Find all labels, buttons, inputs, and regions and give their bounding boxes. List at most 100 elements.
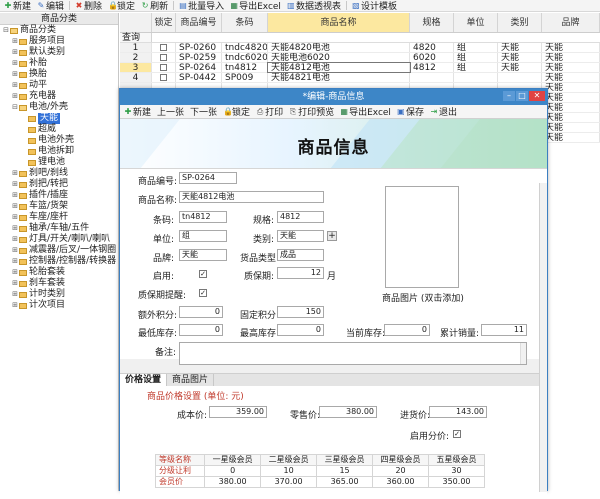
name-field[interactable]: 天能4812电池 <box>179 191 324 203</box>
expand-icon[interactable]: ⊞ <box>11 190 19 201</box>
expand-icon[interactable]: ⊞ <box>11 212 19 223</box>
tree-node[interactable]: ⊞ 减震器/后叉/一体钢圈 <box>0 245 118 256</box>
expand-icon[interactable]: ⊞ <box>11 47 19 58</box>
tree-node[interactable]: 锂电池 <box>0 157 118 168</box>
maximize-button[interactable]: □ <box>516 91 528 101</box>
brand-field[interactable]: 天能 <box>179 249 227 261</box>
tree-node[interactable]: 电池拆卸 <box>0 146 118 157</box>
tier-price-checkbox[interactable]: ✓ <box>453 430 461 438</box>
cell-barcode[interactable]: tndc6020 <box>222 53 268 62</box>
barcode-field[interactable]: tn4812 <box>179 211 227 223</box>
tab-price-settings[interactable]: 价格设置 <box>120 374 168 386</box>
retail-field[interactable]: 380.00 <box>319 406 377 418</box>
purchase-field[interactable]: 143.00 <box>429 406 487 418</box>
col-header-lock[interactable]: 锁定 <box>152 13 176 32</box>
cell-spec[interactable]: 4820 <box>410 43 454 52</box>
tree-node[interactable]: ⊞ 换胎 <box>0 69 118 80</box>
price-cell[interactable]: 0 <box>204 465 262 477</box>
unit-field[interactable]: 组 <box>179 230 227 242</box>
enabled-checkbox[interactable]: ✓ <box>199 270 207 278</box>
tree-node[interactable]: ⊞ 计时类别 <box>0 289 118 300</box>
price-cell[interactable]: 20 <box>372 465 430 477</box>
dialog-prev-button[interactable]: 上一张 <box>155 106 186 118</box>
close-button[interactable]: ✕ <box>529 91 545 101</box>
price-cell[interactable]: 365.00 <box>316 476 374 488</box>
cell-spec[interactable] <box>410 73 454 82</box>
category-field[interactable]: 天能 <box>277 230 324 242</box>
cell-name[interactable]: 天能4820电池 <box>268 43 410 52</box>
cell-brand[interactable]: 天能 <box>542 63 600 72</box>
table-row[interactable]: 4 SP-0442 SP009 天能4821电池 天能 <box>120 73 600 83</box>
template-button[interactable]: ▧ 设计模板 <box>350 0 399 12</box>
note-scrollbar[interactable] <box>520 343 526 364</box>
current-stock-field[interactable]: 0 <box>384 324 430 336</box>
cell-cat[interactable]: 天能 <box>498 53 542 62</box>
excel-button[interactable]: ▦ 导出Excel <box>228 0 283 12</box>
expand-icon[interactable]: ⊞ <box>11 58 19 69</box>
lock-checkbox[interactable] <box>160 64 167 71</box>
expand-icon[interactable]: ⊞ <box>11 91 19 102</box>
cell-brand[interactable]: 天能 <box>542 123 600 132</box>
expand-icon[interactable]: ⊞ <box>11 179 19 190</box>
lock-checkbox[interactable] <box>160 54 167 61</box>
expand-icon[interactable]: ⊞ <box>11 168 19 179</box>
price-cell[interactable]: 360.00 <box>372 476 430 488</box>
dialog-add-button[interactable]: ✚ 新建 <box>122 106 153 118</box>
extra-points-field[interactable]: 0 <box>179 306 223 318</box>
cell-brand[interactable]: 天能 <box>542 133 600 142</box>
expand-icon[interactable]: ⊞ <box>11 267 19 278</box>
product-image-box[interactable] <box>385 186 459 288</box>
dialog-excel-button[interactable]: ▦ 导出Excel <box>338 106 393 118</box>
col-header-code[interactable]: 商品编号 <box>176 13 222 32</box>
expand-icon[interactable]: ⊞ <box>11 289 19 300</box>
cell-spec[interactable]: 4812 <box>410 63 454 72</box>
spec-field[interactable]: 4812 <box>277 211 324 223</box>
cell-unit[interactable] <box>454 73 498 82</box>
cell-brand[interactable]: 天能 <box>542 83 600 92</box>
min-stock-field[interactable]: 0 <box>179 324 223 336</box>
dialog-titlebar[interactable]: *编辑-商品信息 – □ ✕ <box>120 89 547 105</box>
tree-node[interactable]: 天能 <box>0 113 118 124</box>
table-row[interactable]: 2 SP-0259 tndc6020 天能电池6020 6020 组天能 天能 <box>120 53 600 63</box>
dialog-save-button[interactable]: ▣ 保存 <box>395 106 426 118</box>
tree-node[interactable]: 超威 <box>0 124 118 135</box>
col-header-name[interactable]: 商品名称 <box>268 13 410 32</box>
tree-node[interactable]: ⊞ 轴承/车轴/五件 <box>0 223 118 234</box>
cell-code[interactable]: SP-0442 <box>176 73 222 82</box>
dialog-lock-button[interactable]: 🔒 锁定 <box>221 106 252 118</box>
cell-unit[interactable]: 组 <box>454 53 498 62</box>
expand-icon[interactable]: ⊞ <box>11 234 19 245</box>
col-header-category[interactable]: 类别 <box>498 13 542 32</box>
cell-brand[interactable]: 天能 <box>542 93 600 102</box>
tree-node[interactable]: ⊞ 充电器 <box>0 91 118 102</box>
cell-brand[interactable]: 天能 <box>542 43 600 52</box>
tree-node[interactable]: ⊞ 轮胎套装 <box>0 267 118 278</box>
table-row[interactable]: 3 SP-0264 tn4812 天能4812电池 4812 组天能 天能 <box>120 62 600 73</box>
cell-name[interactable]: 天能4812电池 <box>267 62 411 73</box>
total-sales-field[interactable]: 11 <box>481 324 527 336</box>
refresh-button[interactable]: ↻ 刷新 <box>139 0 170 12</box>
tree-node[interactable]: 电池外壳 <box>0 135 118 146</box>
price-cell[interactable]: 30 <box>428 465 485 477</box>
cell-spec[interactable]: 6020 <box>410 53 454 62</box>
tree-node[interactable]: ⊞ 服务项目 <box>0 36 118 47</box>
cell-cat[interactable]: 天能 <box>498 43 542 52</box>
cell-unit[interactable]: 组 <box>454 63 498 72</box>
tree-node[interactable]: ⊞ 计次项目 <box>0 300 118 311</box>
tree-node[interactable]: ⊟ 商品分类 <box>0 25 118 36</box>
tree-node[interactable]: ⊞ 默认类别 <box>0 47 118 58</box>
fixed-points-field[interactable]: 150 <box>277 306 324 318</box>
cell-barcode[interactable]: tn4812 <box>222 63 268 72</box>
lock-cell[interactable] <box>152 43 176 52</box>
tree-node[interactable]: ⊞ 灯具/开关/喇叭/喇叭 <box>0 234 118 245</box>
cell-code[interactable]: SP-0260 <box>176 43 222 52</box>
dialog-print-button[interactable]: ⎙ 打印 <box>254 106 285 118</box>
col-header-spec[interactable]: 规格 <box>410 13 454 32</box>
add-button[interactable]: ✚ 新建 <box>2 0 33 12</box>
expand-icon[interactable]: ⊞ <box>11 278 19 289</box>
import-button[interactable]: ▤ 批量导入 <box>177 0 226 12</box>
collapse-icon[interactable]: ⊟ <box>2 25 10 36</box>
expand-icon[interactable]: ⊞ <box>11 36 19 47</box>
tree-node[interactable]: ⊞ 刹把/转把 <box>0 179 118 190</box>
expand-icon[interactable]: ⊞ <box>11 80 19 91</box>
